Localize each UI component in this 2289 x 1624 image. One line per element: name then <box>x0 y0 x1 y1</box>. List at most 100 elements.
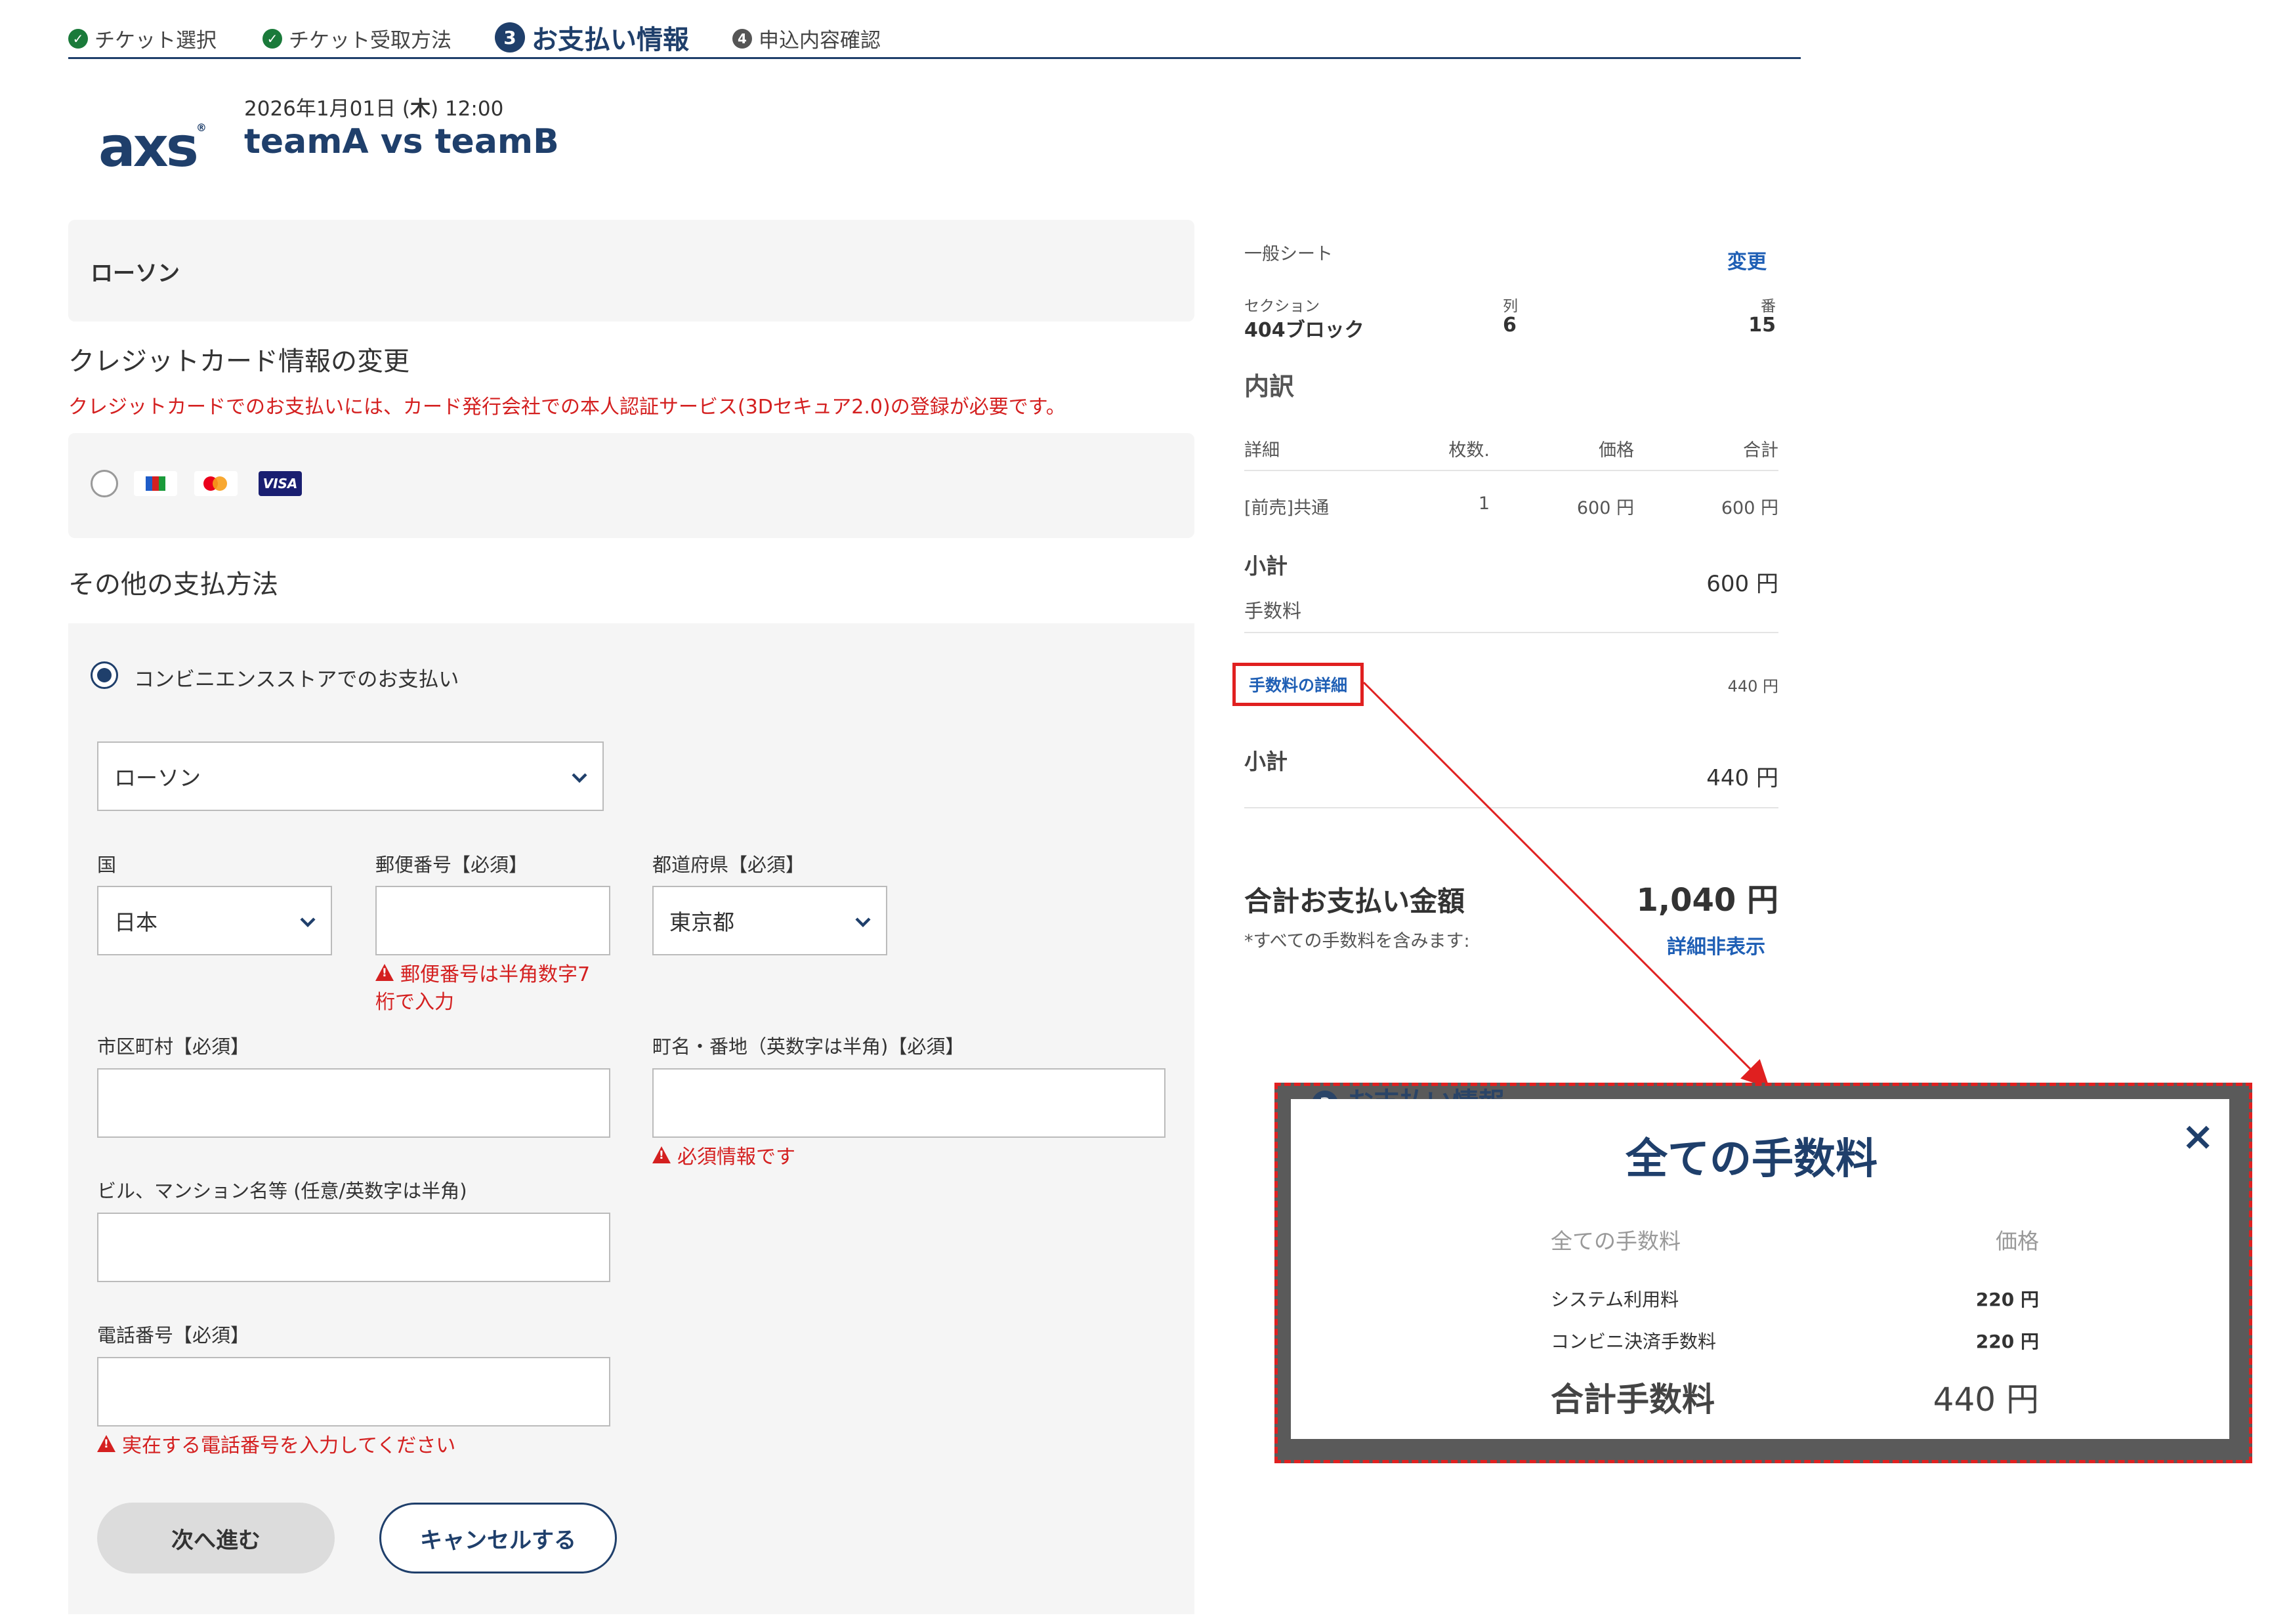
chevron-down-icon <box>572 773 587 783</box>
subtotal-value: 600 円 <box>1706 571 1778 597</box>
event-title: teamA vs teamB <box>244 122 559 161</box>
warning-icon <box>97 1435 116 1452</box>
fee-total-label: 合計手数料 <box>1551 1381 1715 1419</box>
selected-store-panel: ローソン <box>68 220 1194 322</box>
row-value: 6 <box>1503 314 1517 337</box>
section-value: 404ブロック <box>1244 319 1364 342</box>
credit-heading: クレジットカード情報の変更 <box>68 346 410 377</box>
convenience-store-panel: コンビニエンスストアでのお支払い ローソン 国 日本 郵便番号【必須】 郵便番号… <box>68 623 1194 1614</box>
total-note: *すべての手数料を含みます: <box>1244 931 1470 951</box>
street-input[interactable] <box>652 1068 1166 1138</box>
chevron-down-icon <box>300 917 316 928</box>
fee-label: 手数料 <box>1244 600 1302 622</box>
next-button[interactable]: 次へ進む <box>97 1503 335 1573</box>
fee-subtotal-label: 小計 <box>1244 749 1288 774</box>
postal-code-input[interactable] <box>375 886 610 955</box>
step-label: チケット選択 <box>94 29 217 52</box>
phone-input[interactable] <box>97 1357 610 1426</box>
step-number: 4 <box>732 28 752 49</box>
fee-total-value: 440 円 <box>1933 1381 2039 1419</box>
item-name: [前売]共通 <box>1244 498 1330 518</box>
event-date: 2026年1月01日 (木) 12:00 <box>244 97 504 121</box>
other-payment-heading: その他の支払方法 <box>68 570 278 600</box>
mastercard-icon <box>194 471 238 496</box>
step-ticket-receive[interactable]: ✓ チケット受取方法 <box>262 24 452 53</box>
postal-label: 郵便番号【必須】 <box>375 854 528 876</box>
building-input[interactable] <box>97 1213 610 1282</box>
step-confirm: 4 申込内容確認 <box>732 24 881 53</box>
step-label: お支払い情報 <box>532 25 689 55</box>
check-icon: ✓ <box>68 28 88 49</box>
prefecture-label: 都道府県【必須】 <box>652 854 805 876</box>
visa-icon: VISA <box>259 471 302 496</box>
fee-row-name: コンビニ決済手数料 <box>1551 1331 1717 1352</box>
chevron-down-icon <box>855 917 871 928</box>
progress-stepper: ✓ チケット選択 ✓ チケット受取方法 3 お支払い情報 4 申込内容確認 <box>68 22 1801 59</box>
change-link[interactable]: 変更 <box>1727 245 1767 274</box>
convenience-store-radio[interactable] <box>91 661 118 689</box>
credit-card-panel: VISA <box>68 433 1194 538</box>
item-price: 600 円 <box>1576 498 1634 518</box>
store-select[interactable]: ローソン <box>97 741 604 811</box>
credit-card-radio[interactable] <box>91 470 118 497</box>
total-label: 合計お支払い金額 <box>1244 885 1465 917</box>
street-error: 必須情報です <box>652 1140 795 1169</box>
fee-row-price: 220 円 <box>1975 1289 2039 1310</box>
fee-detail-link[interactable]: 手数料の詳細 <box>1232 663 1364 706</box>
fee-row-price: 220 円 <box>1975 1331 2039 1352</box>
seat-type: 一般シート <box>1244 244 1333 264</box>
country-select[interactable]: 日本 <box>97 886 332 955</box>
step-label: 申込内容確認 <box>759 29 881 52</box>
country-label: 国 <box>97 854 117 876</box>
fee-col-name: 全ての手数料 <box>1551 1228 1681 1254</box>
subtotal-label: 小計 <box>1244 553 1288 579</box>
3d-secure-warning: クレジットカードでのお支払いには、カード発行会社での本人認証サービス(3Dセキュ… <box>68 396 1066 419</box>
axs-logo: axs® <box>98 115 207 179</box>
phone-label: 電話番号【必須】 <box>97 1324 250 1346</box>
fee-col-price: 価格 <box>1996 1228 2039 1254</box>
breakdown-title: 内訳 <box>1244 372 1295 401</box>
fee-modal-overlay: 3 お支払い情報 全ての手数料 × 全ての手数料 価格 システム利用料 220 … <box>1274 1083 2252 1463</box>
fee-subtotal-value: 440 円 <box>1706 765 1778 791</box>
cancel-button[interactable]: キャンセルする <box>379 1503 617 1573</box>
divider <box>1244 807 1778 808</box>
step-ticket-select[interactable]: ✓ チケット選択 <box>68 24 217 53</box>
item-qty: 1 <box>1478 493 1490 514</box>
step-label: チケット受取方法 <box>289 29 452 52</box>
prefecture-select[interactable]: 東京都 <box>652 886 887 955</box>
postal-error: 郵便番号は半角数字7 <box>375 958 590 987</box>
prefecture-select-value: 東京都 <box>669 909 734 935</box>
col-qty: 枚数. <box>1448 440 1490 461</box>
step-number: 3 <box>495 22 525 52</box>
col-price: 価格 <box>1599 440 1634 461</box>
convenience-store-label: コンビニエンスストアでのお支払い <box>134 668 459 692</box>
phone-error: 実在する電話番号を入力してください <box>97 1429 455 1458</box>
step-payment-info: 3 お支払い情報 <box>495 18 689 56</box>
street-label: 町名・番地（英数字は半角)【必須】 <box>652 1035 965 1058</box>
check-icon: ✓ <box>262 28 282 49</box>
seat-number-value: 15 <box>1748 314 1776 337</box>
divider <box>1244 632 1778 633</box>
hide-detail-link[interactable]: 詳細非表示 <box>1667 930 1765 959</box>
building-label: ビル、マンション名等 (任意/英数字は半角) <box>97 1180 467 1202</box>
row-label: 列 <box>1503 298 1518 315</box>
close-icon[interactable]: × <box>2181 1114 2214 1159</box>
total-value: 1,040 円 <box>1636 882 1778 919</box>
item-total: 600 円 <box>1721 498 1778 518</box>
country-select-value: 日本 <box>114 909 158 935</box>
col-detail: 詳細 <box>1244 440 1280 461</box>
city-label: 市区町村【必須】 <box>97 1035 250 1058</box>
store-select-value: ローソン <box>114 765 201 791</box>
postal-error-cont: 桁で入力 <box>375 991 454 1014</box>
city-input[interactable] <box>97 1068 610 1138</box>
col-total: 合計 <box>1743 440 1778 461</box>
jcb-icon <box>134 471 177 496</box>
fee-amount: 440 円 <box>1727 677 1778 696</box>
section-label: セクション <box>1244 298 1320 315</box>
warning-icon <box>652 1146 671 1163</box>
fee-modal: 全ての手数料 × 全ての手数料 価格 システム利用料 220 円 コンビニ決済手… <box>1291 1099 2229 1439</box>
seat-number-label: 番 <box>1761 298 1776 315</box>
divider <box>1244 470 1778 471</box>
fee-modal-title: 全ての手数料 <box>1626 1135 1878 1184</box>
warning-icon <box>375 964 394 981</box>
